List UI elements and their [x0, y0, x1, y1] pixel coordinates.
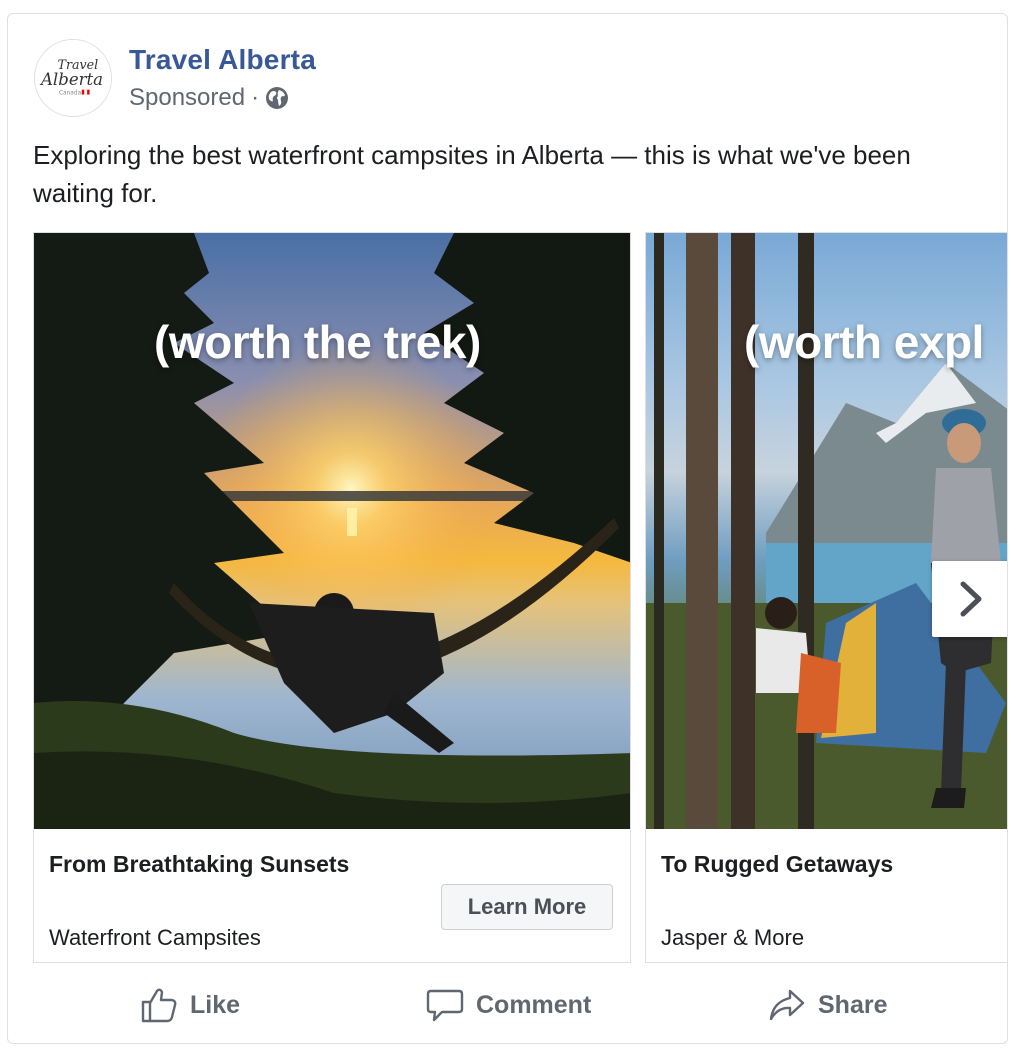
comment-button[interactable]: Comment	[426, 977, 591, 1033]
card-title[interactable]: From Breathtaking Sunsets	[49, 851, 349, 878]
meta-separator: ·	[251, 84, 260, 111]
action-bar: Like Comment Share	[8, 977, 1007, 1037]
carousel: (worth the trek) From Breathtaking Sunse…	[33, 232, 1007, 965]
page-avatar[interactable]: Travel Alberta Canada	[34, 39, 112, 117]
card-image-sunset-hammock[interactable]: (worth the trek)	[34, 233, 630, 829]
svg-text:Alberta: Alberta	[39, 70, 103, 89]
share-arrow-icon	[769, 989, 805, 1021]
card-title[interactable]: To Rugged Getaways	[661, 851, 893, 878]
learn-more-button[interactable]: Learn More	[441, 884, 613, 930]
sponsored-label[interactable]: Sponsored	[129, 84, 245, 112]
like-button[interactable]: Like	[140, 977, 240, 1033]
sponsored-post: Travel Alberta Canada Travel Alberta Spo…	[7, 13, 1008, 1044]
page-name-link[interactable]: Travel Alberta	[129, 44, 316, 76]
card-overlay-text: (worth the trek)	[154, 316, 481, 368]
card-overlay-text: (worth expl	[744, 316, 984, 368]
share-button[interactable]: Share	[768, 977, 887, 1033]
comment-label: Comment	[476, 990, 592, 1019]
card-subtitle: Waterfront Campsites	[49, 925, 261, 950]
svg-text:Canada: Canada	[59, 91, 82, 97]
carousel-card-1[interactable]: (worth the trek) From Breathtaking Sunse…	[33, 232, 631, 963]
card-image-campers-tent[interactable]: (worth expl	[646, 233, 1007, 829]
post-meta: Sponsored ·	[129, 84, 289, 112]
card-subtitle: Jasper & More	[661, 925, 805, 950]
globe-icon[interactable]	[265, 86, 289, 110]
carousel-next-button[interactable]	[932, 561, 1007, 637]
travel-alberta-logo: Travel Alberta Canada	[35, 40, 111, 116]
comment-bubble-icon	[426, 989, 464, 1022]
share-label: Share	[818, 990, 888, 1019]
like-label: Like	[190, 990, 241, 1019]
chevron-right-icon	[960, 581, 982, 617]
post-message: Exploring the best waterfront campsites …	[33, 140, 911, 208]
thumbs-up-icon	[141, 988, 177, 1023]
